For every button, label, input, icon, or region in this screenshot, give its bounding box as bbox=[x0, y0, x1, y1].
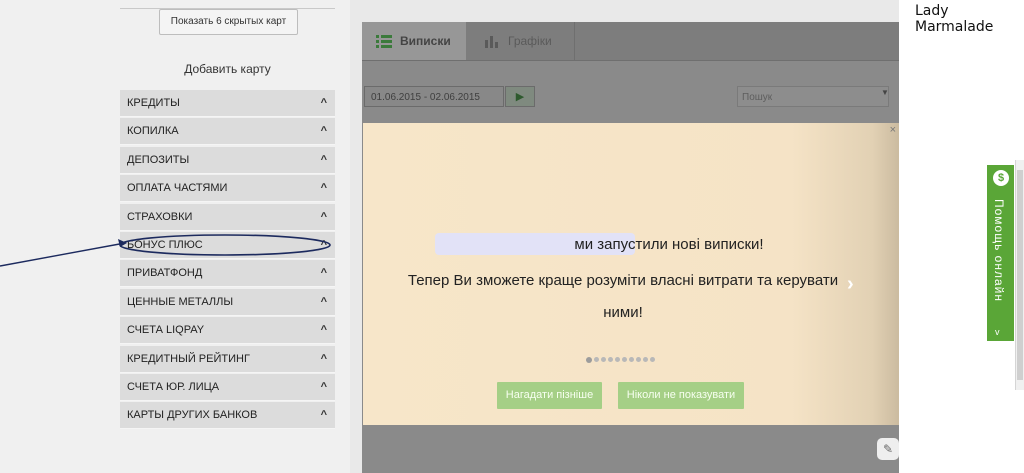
date-range-input[interactable]: 01.06.2015 - 02.06.2015 bbox=[364, 86, 504, 107]
annotation-arrow-line bbox=[0, 242, 126, 267]
sidebar-item-label: СТРАХОВКИ bbox=[127, 210, 193, 223]
scrollbar[interactable] bbox=[1015, 160, 1024, 390]
sidebar-item-piggybank[interactable]: КОПИЛКА ^ bbox=[120, 118, 335, 146]
show-hidden-cards-button[interactable]: Показать 6 скрытых карт bbox=[159, 9, 298, 35]
search-input[interactable]: Пошук bbox=[737, 86, 889, 107]
left-sidebar: Показать 6 скрытых карт Добавить карту К… bbox=[0, 0, 350, 473]
sidebar-item-label: ДЕПОЗИТЫ bbox=[127, 153, 190, 166]
chevron-up-icon: ^ bbox=[320, 182, 327, 195]
list-icon bbox=[376, 35, 392, 48]
slide-dots bbox=[586, 357, 655, 363]
sidebar-item-bonus-plus[interactable]: БОНУС ПЛЮС ^ bbox=[120, 231, 335, 259]
slide-dot[interactable] bbox=[615, 357, 620, 362]
tab-label: Графіки bbox=[508, 34, 552, 48]
sidebar-item-insurance[interactable]: СТРАХОВКИ ^ bbox=[120, 203, 335, 231]
sidebar-item-deposits[interactable]: ДЕПОЗИТЫ ^ bbox=[120, 146, 335, 174]
watermark-text: RECOMMEND.RU bbox=[902, 441, 1020, 457]
sidebar-item-label: ОПЛАТА ЧАСТЯМИ bbox=[127, 182, 228, 195]
slide-dot[interactable] bbox=[643, 357, 648, 362]
sidebar-item-metals[interactable]: ЦЕННЫЕ МЕТАЛЛЫ ^ bbox=[120, 288, 335, 316]
dropdown-caret-icon[interactable]: ▼ bbox=[881, 88, 889, 97]
tab-bar: Виписки Графіки bbox=[362, 22, 899, 61]
watermark: ✎ RECOMMEND.RU bbox=[877, 438, 1019, 460]
sidebar-item-privatfond[interactable]: ПРИВАТФОНД ^ bbox=[120, 260, 335, 288]
apply-date-button[interactable]: ▶ bbox=[505, 86, 535, 107]
chevron-up-icon: ^ bbox=[320, 295, 327, 308]
sidebar-item-label: ЦЕННЫЕ МЕТАЛЛЫ bbox=[127, 295, 234, 308]
chevron-up-icon: ^ bbox=[320, 153, 327, 166]
sidebar-item-installments[interactable]: ОПЛАТА ЧАСТЯМИ ^ bbox=[120, 175, 335, 203]
tab-statements[interactable]: Виписки bbox=[362, 22, 466, 60]
sidebar-item-label: КРЕДИТНЫЙ РЕЙТИНГ bbox=[127, 352, 250, 365]
sidebar-item-label: ПРИВАТФОНД bbox=[127, 267, 203, 280]
play-arrow-icon: ▶ bbox=[515, 91, 525, 103]
announcement-modal: × ми запустили нові виписки! Тепер Ви зм… bbox=[363, 123, 899, 425]
sidebar-menu: КРЕДИТЫ ^ КОПИЛКА ^ ДЕПОЗИТЫ ^ ОПЛАТА ЧАСТЯ… bbox=[120, 90, 335, 431]
sidebar-item-credit-rating[interactable]: КРЕДИТНЫЙ РЕЙТИНГ ^ bbox=[120, 345, 335, 373]
slide-dot[interactable] bbox=[608, 357, 613, 362]
slide-dot[interactable] bbox=[622, 357, 627, 362]
recommend-logo-icon: ✎ bbox=[877, 438, 899, 460]
help-online-widget[interactable]: $ Помощь онлайн v bbox=[987, 165, 1014, 341]
slide-dot[interactable] bbox=[601, 357, 606, 362]
chevron-up-icon: ^ bbox=[320, 238, 327, 251]
scrollbar-thumb[interactable] bbox=[1017, 170, 1023, 380]
chevron-up-icon: ^ bbox=[320, 380, 327, 393]
chevron-up-icon: ^ bbox=[320, 210, 327, 223]
chevron-up-icon: ^ bbox=[320, 97, 327, 109]
slide-dot[interactable] bbox=[586, 357, 592, 363]
sidebar-item-label: КАРТЫ ДРУГИХ БАНКОВ bbox=[127, 409, 258, 422]
tab-label: Виписки bbox=[400, 34, 451, 48]
chevron-up-icon: ^ bbox=[320, 125, 327, 138]
slide-dot[interactable] bbox=[629, 357, 634, 362]
remind-later-button[interactable]: Нагадати пізніше bbox=[497, 382, 602, 409]
slide-dot[interactable] bbox=[594, 357, 599, 362]
sidebar-item-label: КРЕДИТЫ bbox=[127, 97, 180, 109]
chevron-up-icon: ^ bbox=[320, 409, 327, 422]
sidebar-item-credits[interactable]: КРЕДИТЫ ^ bbox=[120, 90, 335, 117]
close-icon[interactable]: × bbox=[890, 124, 896, 136]
sidebar-item-label: КОПИЛКА bbox=[127, 125, 179, 138]
user-name: Lady Marmalade bbox=[915, 3, 994, 35]
sidebar-item-liqpay[interactable]: СЧЕТА LIQPAY ^ bbox=[120, 317, 335, 345]
sidebar-item-label: СЧЕТА ЮР. ЛИЦА bbox=[127, 380, 220, 393]
chevron-down-icon: v bbox=[995, 327, 1000, 337]
sidebar-item-label: БОНУС ПЛЮС bbox=[127, 238, 203, 251]
sidebar-item-label: СЧЕТА LIQPAY bbox=[127, 324, 205, 337]
modal-heading: ми запустили нові виписки! bbox=[574, 236, 764, 253]
tab-charts[interactable]: Графіки bbox=[468, 22, 575, 60]
chevron-up-icon: ^ bbox=[320, 324, 327, 337]
slide-dot[interactable] bbox=[650, 357, 655, 362]
never-show-button[interactable]: Ніколи не показувати bbox=[618, 382, 744, 409]
modal-body: Тепер Ви зможете краще розуміти власні в… bbox=[407, 272, 839, 321]
chevron-up-icon: ^ bbox=[320, 352, 327, 365]
help-online-label: Помощь онлайн bbox=[992, 199, 1006, 302]
sidebar-item-business-accounts[interactable]: СЧЕТА ЮР. ЛИЦА ^ bbox=[120, 373, 335, 401]
next-slide-arrow-icon[interactable]: › bbox=[847, 273, 854, 296]
sidebar-item-other-bank-cards[interactable]: КАРТЫ ДРУГИХ БАНКОВ ^ bbox=[120, 402, 335, 430]
add-card-link[interactable]: Добавить карту bbox=[120, 62, 335, 76]
chevron-up-icon: ^ bbox=[320, 267, 327, 280]
dollar-icon: $ bbox=[993, 170, 1009, 186]
bar-chart-icon bbox=[485, 36, 498, 48]
slide-dot[interactable] bbox=[636, 357, 641, 362]
